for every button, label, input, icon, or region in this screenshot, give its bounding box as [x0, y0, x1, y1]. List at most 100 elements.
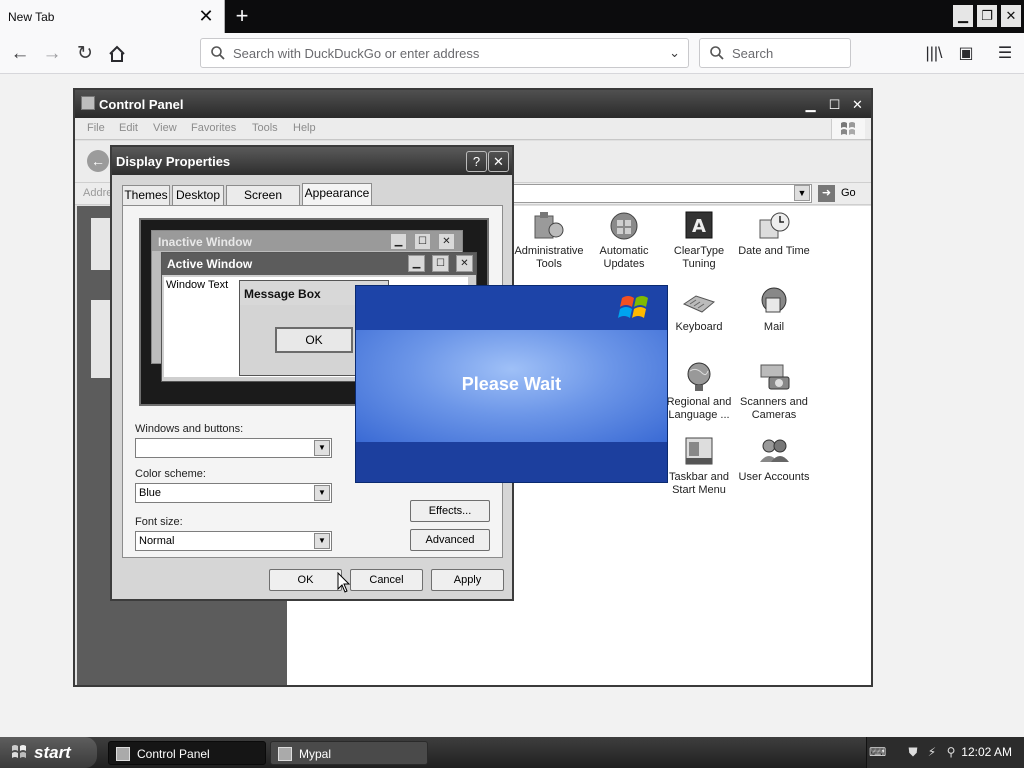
menu-favorites[interactable]: Favorites — [191, 122, 236, 134]
menu-view[interactable]: View — [153, 122, 177, 134]
cp-item-date-time[interactable]: Date and Time — [735, 210, 813, 258]
go-button[interactable]: Go — [841, 187, 856, 199]
search-tray-icon[interactable]: ⚲ — [944, 745, 958, 759]
menu-help[interactable]: Help — [293, 122, 316, 134]
restore-window-button[interactable]: ❐ — [977, 5, 997, 27]
control-panel-titlebar[interactable]: Control Panel ▁ ☐ ✕ — [75, 90, 871, 118]
regional-language-icon — [682, 361, 716, 393]
search-icon — [709, 45, 725, 64]
tab-screen-saver[interactable]: Screen Saver — [226, 185, 300, 220]
taskbar-item-mypal[interactable]: Mypal — [270, 741, 428, 765]
taskbar-item-label: Mypal — [299, 747, 332, 761]
network-icon[interactable]: ⚡ — [925, 745, 939, 759]
svg-text:A: A — [692, 216, 706, 237]
url-placeholder: Search with DuckDuckGo or enter address — [233, 46, 480, 61]
tab-desktop[interactable]: Desktop — [172, 185, 224, 205]
go-arrow-icon[interactable]: ➜ — [818, 185, 835, 202]
cp-item-label: Keyboard — [675, 321, 723, 333]
menu-edit[interactable]: Edit — [119, 122, 138, 134]
cp-item-label: Scanners and Cameras — [740, 396, 808, 421]
cp-item-label: Taskbar and Start Menu — [669, 471, 729, 496]
cp-maximize-button[interactable]: ☐ — [824, 94, 845, 115]
display-properties-titlebar[interactable]: Display Properties ? ✕ — [112, 147, 512, 175]
preview-message-title: Message Box — [244, 287, 321, 301]
close-window-button[interactable]: ✕ — [1001, 5, 1021, 27]
chevron-down-icon[interactable]: ▼ — [314, 440, 330, 456]
address-dropdown-chevron-icon[interactable]: ▼ — [794, 185, 810, 201]
cancel-button[interactable]: Cancel — [350, 569, 423, 591]
cp-item-user-accounts[interactable]: User Accounts — [735, 436, 813, 484]
cp-back-arrow-icon[interactable]: ← — [87, 150, 109, 172]
browser-navigation-bar: ← → ↻ Search with DuckDuckGo or enter ad… — [0, 33, 1024, 74]
font-size-select[interactable]: Normal ▼ — [135, 531, 332, 551]
apply-button[interactable]: Apply — [431, 569, 504, 591]
url-bar[interactable]: Search with DuckDuckGo or enter address … — [200, 38, 689, 68]
url-dropdown-chevron-icon[interactable]: ⌄ — [669, 45, 680, 61]
windows-buttons-select[interactable]: ▼ — [135, 438, 332, 458]
ok-button[interactable]: OK — [269, 569, 342, 591]
effects-button[interactable]: Effects... — [410, 500, 490, 522]
forward-arrow-icon[interactable]: → — [38, 40, 66, 68]
sidebar-icon[interactable]: ▣ — [954, 42, 978, 66]
help-button[interactable]: ? — [466, 151, 487, 172]
taskbar-start-menu-icon — [682, 436, 716, 468]
dialog-close-button[interactable]: ✕ — [488, 151, 509, 172]
please-wait-header — [356, 286, 667, 330]
preview-minimize-icon: ▁ — [390, 233, 407, 250]
windows-buttons-label: Windows and buttons: — [135, 423, 244, 435]
date-time-icon — [757, 210, 791, 242]
tab-close-icon[interactable]: ✕ — [196, 6, 216, 26]
control-panel-icon — [116, 747, 130, 761]
menu-file[interactable]: File — [87, 122, 105, 134]
tab-appearance[interactable]: Appearance — [302, 183, 372, 206]
search-bar[interactable]: Search — [699, 38, 851, 68]
browser-tab-bar: New Tab ✕ + ▁ ❐ ✕ — [0, 0, 1024, 33]
cp-item-regional-language[interactable]: Regional and Language ... — [660, 361, 738, 422]
start-label: start — [34, 743, 71, 762]
cp-menu-bar: File Edit View Favorites Tools Help — [75, 118, 871, 140]
preview-maximize-icon: ☐ — [414, 233, 431, 250]
keyboard-icon — [682, 286, 716, 318]
cp-minimize-button[interactable]: ▁ — [800, 94, 821, 115]
color-scheme-label: Color scheme: — [135, 468, 206, 480]
cp-item-label: Automatic Updates — [599, 245, 649, 270]
color-scheme-select[interactable]: Blue ▼ — [135, 483, 332, 503]
advanced-button[interactable]: Advanced — [410, 529, 490, 551]
start-button[interactable]: start — [0, 737, 97, 768]
security-shield-icon[interactable]: ⛊ — [906, 745, 920, 759]
cp-item-administrative-tools[interactable]: Administrative Tools — [510, 210, 588, 271]
reload-icon[interactable]: ↻ — [71, 40, 99, 68]
minimize-window-button[interactable]: ▁ — [953, 5, 973, 27]
tab-themes[interactable]: Themes — [122, 185, 170, 205]
please-wait-dialog: Please Wait — [355, 285, 668, 483]
home-icon[interactable] — [103, 40, 131, 68]
cp-close-button[interactable]: ✕ — [847, 94, 868, 115]
browser-tab[interactable]: New Tab ✕ — [0, 0, 225, 33]
cp-item-label: Regional and Language ... — [666, 396, 732, 421]
menu-hamburger-icon[interactable]: ☰ — [993, 42, 1017, 66]
cp-item-taskbar-start-menu[interactable]: Taskbar and Start Menu — [660, 436, 738, 497]
preview-maximize-icon: ☐ — [432, 255, 449, 272]
cp-item-scanners-cameras[interactable]: Scanners and Cameras — [735, 361, 813, 422]
library-icon[interactable]: |||\ — [922, 42, 946, 66]
cp-item-mail[interactable]: Mail — [735, 286, 813, 334]
display-properties-title: Display Properties — [116, 154, 231, 169]
mypal-icon — [278, 747, 292, 761]
automatic-updates-icon — [607, 210, 641, 242]
back-arrow-icon[interactable]: ← — [6, 40, 34, 68]
cp-item-automatic-updates[interactable]: Automatic Updates — [585, 210, 663, 271]
search-icon — [210, 45, 226, 64]
windows-flag-icon — [831, 119, 865, 139]
cp-item-cleartype[interactable]: A ClearType Tuning — [660, 210, 738, 271]
chevron-down-icon[interactable]: ▼ — [314, 533, 330, 549]
menu-tools[interactable]: Tools — [252, 122, 278, 134]
new-tab-button[interactable]: + — [230, 4, 254, 28]
chevron-down-icon[interactable]: ▼ — [314, 485, 330, 501]
cleartype-icon: A — [682, 210, 716, 242]
taskbar-item-control-panel[interactable]: Control Panel — [108, 741, 266, 765]
cp-item-label: Date and Time — [738, 245, 810, 257]
keyboard-tray-icon[interactable]: ⌨ — [869, 745, 886, 759]
cp-item-label: User Accounts — [738, 471, 810, 483]
cp-item-keyboard[interactable]: Keyboard — [660, 286, 738, 334]
cp-item-label: Administrative Tools — [514, 245, 584, 270]
